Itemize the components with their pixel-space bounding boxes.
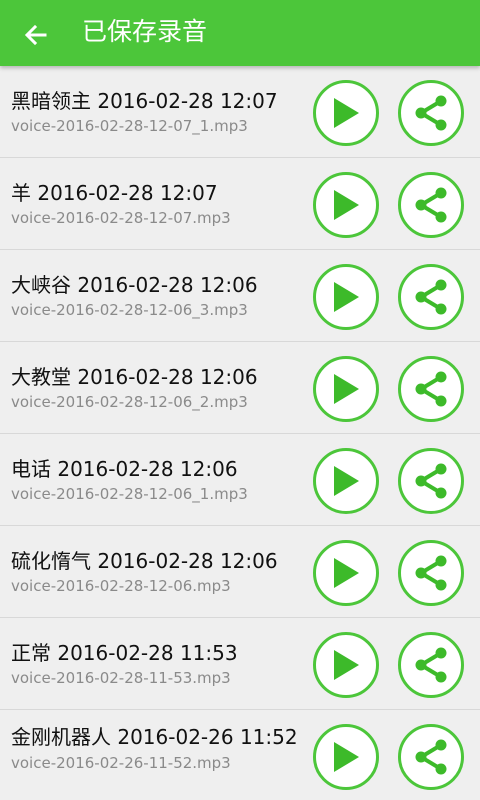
list-item-text: 黑暗领主 2016-02-28 12:07 voice-2016-02-28-1…: [11, 66, 309, 158]
play-icon: [334, 742, 359, 772]
share-button[interactable]: [398, 264, 464, 330]
list-item[interactable]: 羊 2016-02-28 12:07 voice-2016-02-28-12-0…: [0, 158, 480, 250]
recording-filename: voice-2016-02-28-12-06.mp3: [11, 576, 231, 595]
page-title: 已保存录音: [82, 17, 208, 46]
list-item[interactable]: 正常 2016-02-28 11:53 voice-2016-02-28-11-…: [0, 618, 480, 710]
play-button[interactable]: [313, 448, 379, 514]
share-button[interactable]: [398, 80, 464, 146]
share-icon: [415, 647, 447, 683]
list-item-text: 大峡谷 2016-02-28 12:06 voice-2016-02-28-12…: [11, 250, 309, 342]
share-icon: [415, 739, 447, 775]
recording-title: 大教堂 2016-02-28 12:06: [11, 364, 258, 389]
list-item[interactable]: 硫化惰气 2016-02-28 12:06 voice-2016-02-28-1…: [0, 526, 480, 618]
share-icon: [415, 187, 447, 223]
share-icon: [415, 463, 447, 499]
list-item[interactable]: 大教堂 2016-02-28 12:06 voice-2016-02-28-12…: [0, 342, 480, 434]
play-icon: [334, 374, 359, 404]
list-item-text: 电话 2016-02-28 12:06 voice-2016-02-28-12-…: [11, 434, 309, 526]
list-item-text: 正常 2016-02-28 11:53 voice-2016-02-28-11-…: [11, 618, 309, 710]
back-button[interactable]: [14, 13, 58, 57]
list-item[interactable]: 电话 2016-02-28 12:06 voice-2016-02-28-12-…: [0, 434, 480, 526]
recording-filename: voice-2016-02-28-12-07_1.mp3: [11, 116, 248, 135]
recording-title: 金刚机器人 2016-02-26 11:52: [11, 725, 298, 749]
share-button[interactable]: [398, 172, 464, 238]
share-button[interactable]: [398, 632, 464, 698]
list-item-text: 硫化惰气 2016-02-28 12:06 voice-2016-02-28-1…: [11, 526, 309, 618]
recording-title: 羊 2016-02-28 12:07: [11, 180, 218, 205]
list-item[interactable]: 金刚机器人 2016-02-26 11:52 voice-2016-02-26-…: [0, 710, 480, 800]
recording-title: 电话 2016-02-28 12:06: [11, 456, 238, 481]
share-icon: [415, 555, 447, 591]
recording-title: 硫化惰气 2016-02-28 12:06: [11, 548, 278, 573]
share-icon: [415, 95, 447, 131]
play-button[interactable]: [313, 172, 379, 238]
share-icon: [415, 279, 447, 315]
play-button[interactable]: [313, 356, 379, 422]
share-button[interactable]: [398, 540, 464, 606]
play-icon: [334, 98, 359, 128]
list-item[interactable]: 黑暗领主 2016-02-28 12:07 voice-2016-02-28-1…: [0, 66, 480, 158]
recording-title: 大峡谷 2016-02-28 12:06: [11, 272, 258, 297]
recording-filename: voice-2016-02-26-11-52.mp3: [11, 754, 231, 772]
recording-list[interactable]: 黑暗领主 2016-02-28 12:07 voice-2016-02-28-1…: [0, 66, 480, 800]
recording-filename: voice-2016-02-28-12-06_2.mp3: [11, 392, 248, 411]
play-button[interactable]: [313, 724, 379, 790]
arrow-left-icon: [24, 24, 47, 46]
recording-filename: voice-2016-02-28-12-06_1.mp3: [11, 484, 248, 503]
play-button[interactable]: [313, 80, 379, 146]
list-item-text: 金刚机器人 2016-02-26 11:52 voice-2016-02-26-…: [11, 710, 309, 800]
recording-title: 正常 2016-02-28 11:53: [11, 640, 238, 665]
share-button[interactable]: [398, 724, 464, 790]
recording-filename: voice-2016-02-28-11-53.mp3: [11, 668, 231, 687]
recording-filename: voice-2016-02-28-12-06_3.mp3: [11, 300, 248, 319]
play-button[interactable]: [313, 632, 379, 698]
play-icon: [334, 466, 359, 496]
play-icon: [334, 650, 359, 680]
play-icon: [334, 282, 359, 312]
share-button[interactable]: [398, 356, 464, 422]
play-icon: [334, 558, 359, 588]
share-icon: [415, 371, 447, 407]
play-icon: [334, 190, 359, 220]
list-item-text: 大教堂 2016-02-28 12:06 voice-2016-02-28-12…: [11, 342, 309, 434]
recording-title: 黑暗领主 2016-02-28 12:07: [11, 88, 278, 113]
play-button[interactable]: [313, 264, 379, 330]
share-button[interactable]: [398, 448, 464, 514]
play-button[interactable]: [313, 540, 379, 606]
list-item[interactable]: 大峡谷 2016-02-28 12:06 voice-2016-02-28-12…: [0, 250, 480, 342]
list-item-text: 羊 2016-02-28 12:07 voice-2016-02-28-12-0…: [11, 158, 309, 250]
recording-filename: voice-2016-02-28-12-07.mp3: [11, 208, 231, 227]
app-bar: 已保存录音: [0, 0, 480, 66]
